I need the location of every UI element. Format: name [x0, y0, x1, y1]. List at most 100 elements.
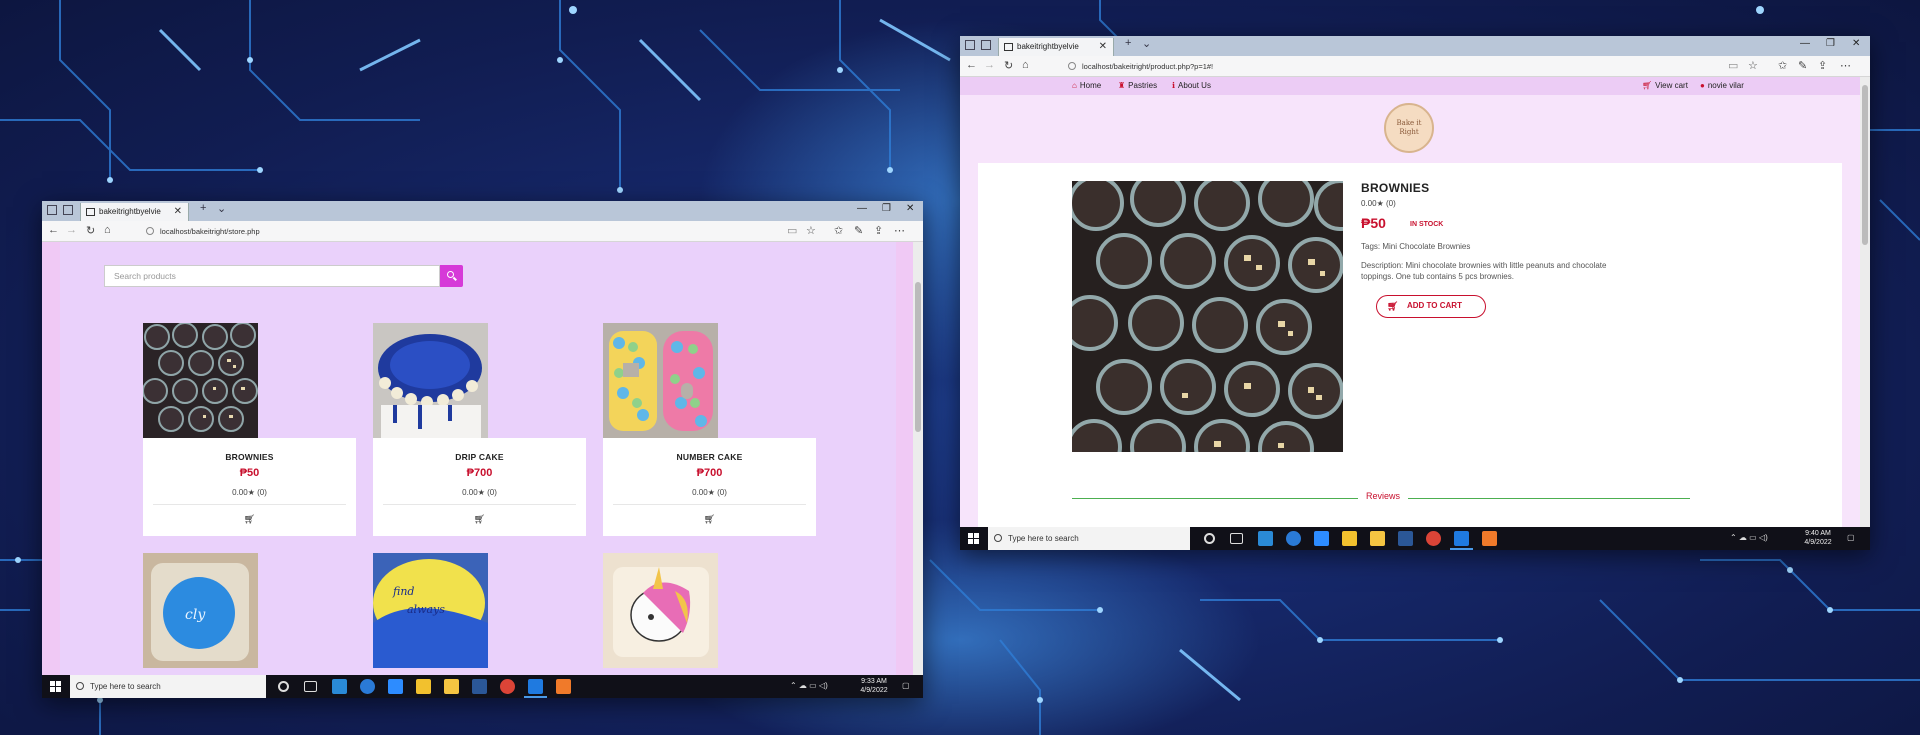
taskbar-search[interactable]: Type here to search	[988, 527, 1190, 550]
chevron-down-icon[interactable]: ⌄	[1142, 37, 1151, 50]
search-input[interactable]: Search products	[104, 265, 440, 287]
tab-actions-icon[interactable]	[965, 40, 975, 50]
notes-icon[interactable]: ✎	[1798, 59, 1807, 72]
xampp-icon[interactable]	[556, 679, 571, 694]
browser-window-store[interactable]: bakeitrightbyelvie ✕ + ⌄ — ❐ ✕ ← → ↻ ⌂ l…	[42, 201, 923, 698]
minimize-icon[interactable]: —	[857, 203, 867, 214]
minimize-icon[interactable]: —	[1800, 38, 1810, 49]
add-to-cart-icon[interactable]: 🛒︎	[373, 514, 586, 525]
task-view-icon[interactable]	[304, 681, 317, 692]
tab-actions-icon[interactable]	[47, 205, 57, 215]
nav-home[interactable]: ⌂ Home	[1072, 81, 1101, 90]
tabs-aside-icon[interactable]	[63, 205, 73, 215]
favorite-star-icon[interactable]: ☆	[806, 224, 816, 237]
product-image-unicorn-cake[interactable]	[603, 553, 718, 668]
nav-view-cart[interactable]: 🛒︎ View cart	[1642, 81, 1688, 90]
close-window-icon[interactable]: ✕	[1852, 38, 1860, 49]
share-icon[interactable]: ⇪	[1818, 59, 1827, 72]
edge-icon[interactable]	[528, 679, 543, 694]
zoom-icon[interactable]	[1314, 531, 1329, 546]
sticky-notes-icon[interactable]	[416, 679, 431, 694]
windows-start-icon[interactable]	[50, 681, 61, 692]
forward-icon[interactable]: →	[984, 59, 995, 71]
chrome-icon[interactable]	[1426, 531, 1441, 546]
address-bar[interactable]: localhost/bakeitright/product.php?p=1#!	[1066, 59, 1726, 74]
scrollbar[interactable]	[1860, 77, 1870, 527]
back-icon[interactable]: ←	[966, 59, 977, 71]
nav-about[interactable]: ℹ About Us	[1172, 81, 1211, 90]
zoom-icon[interactable]	[388, 679, 403, 694]
reading-view-icon[interactable]: ▭	[1728, 59, 1738, 72]
product-image-number-cake[interactable]	[603, 323, 718, 438]
product-card-drip-cake[interactable]: DRIP CAKE ₱700 0.00★ (0) 🛒︎	[373, 323, 586, 536]
vscode-icon[interactable]	[1258, 531, 1273, 546]
home-icon[interactable]: ⌂	[104, 224, 111, 236]
xampp-icon[interactable]	[1482, 531, 1497, 546]
product-name[interactable]: DRIP CAKE	[373, 452, 586, 462]
tabs-aside-icon[interactable]	[981, 40, 991, 50]
address-bar[interactable]: localhost/bakeitright/store.php	[144, 224, 784, 239]
browser-window-product[interactable]: bakeitrightbyelvie ✕ + ⌄ — ❐ ✕ ← → ↻ ⌂ l…	[960, 36, 1870, 550]
system-tray-icons[interactable]: ⌃ ☁ ▭ ◁)	[790, 681, 828, 690]
sticky-notes-icon[interactable]	[1342, 531, 1357, 546]
search-button[interactable]	[440, 265, 463, 287]
cortana-icon[interactable]	[278, 681, 289, 692]
cortana-icon[interactable]	[1204, 533, 1215, 544]
scrollbar[interactable]	[913, 242, 923, 675]
site-info-icon[interactable]	[146, 227, 154, 235]
file-explorer-icon[interactable]	[1370, 531, 1385, 546]
product-image-message-cake[interactable]: find always	[373, 553, 488, 668]
chrome-icon[interactable]	[500, 679, 515, 694]
site-info-icon[interactable]	[1068, 62, 1076, 70]
favorite-star-icon[interactable]: ☆	[1748, 59, 1758, 72]
browser-tab[interactable]: bakeitrightbyelvie ✕	[80, 203, 189, 221]
clock[interactable]: 9:33 AM 4/9/2022	[854, 677, 894, 695]
product-image-bento-cake[interactable]: cly	[143, 553, 258, 668]
new-tab-icon[interactable]: +	[1125, 37, 1131, 49]
new-tab-icon[interactable]: +	[200, 202, 206, 214]
add-to-cart-button[interactable]: 🛒︎ ADD TO CART	[1376, 295, 1486, 318]
add-to-cart-icon[interactable]: 🛒︎	[603, 514, 816, 525]
more-icon[interactable]: ⋯	[1840, 59, 1851, 72]
vscode-icon[interactable]	[332, 679, 347, 694]
app-icon[interactable]	[360, 679, 375, 694]
product-image-drip-cake[interactable]	[373, 323, 488, 438]
chevron-down-icon[interactable]: ⌄	[217, 202, 226, 215]
browser-tab[interactable]: bakeitrightbyelvie ✕	[998, 38, 1114, 56]
favorites-icon[interactable]: ✩	[1778, 59, 1787, 72]
notes-icon[interactable]: ✎	[854, 224, 863, 237]
back-icon[interactable]: ←	[48, 224, 59, 236]
file-explorer-icon[interactable]	[444, 679, 459, 694]
nav-user[interactable]: ● novie vilar	[1700, 81, 1744, 90]
product-card-number-cake[interactable]: NUMBER CAKE ₱700 0.00★ (0) 🛒︎	[603, 323, 816, 536]
refresh-icon[interactable]: ↻	[86, 224, 95, 237]
task-view-icon[interactable]	[1230, 533, 1243, 544]
refresh-icon[interactable]: ↻	[1004, 59, 1013, 72]
app-icon[interactable]	[1286, 531, 1301, 546]
favorites-icon[interactable]: ✩	[834, 224, 843, 237]
product-image-brownies[interactable]	[143, 323, 258, 438]
edge-icon[interactable]	[1454, 531, 1469, 546]
scrollbar-thumb[interactable]	[915, 282, 921, 432]
scrollbar-thumb[interactable]	[1862, 85, 1868, 245]
system-tray-icons[interactable]: ⌃ ☁ ▭ ◁)	[1730, 533, 1768, 542]
word-icon[interactable]	[1398, 531, 1413, 546]
close-tab-icon[interactable]: ✕	[174, 203, 182, 221]
product-card-brownies[interactable]: BROWNIES ₱50 0.00★ (0) 🛒︎	[143, 323, 356, 536]
product-name[interactable]: BROWNIES	[143, 452, 356, 462]
windows-start-icon[interactable]	[968, 533, 979, 544]
home-icon[interactable]: ⌂	[1022, 59, 1029, 71]
reading-view-icon[interactable]: ▭	[787, 224, 797, 237]
maximize-icon[interactable]: ❐	[882, 203, 891, 214]
taskbar-search[interactable]: Type here to search	[70, 675, 266, 698]
clock[interactable]: 9:40 AM 4/9/2022	[1798, 529, 1838, 547]
add-to-cart-icon[interactable]: 🛒︎	[143, 514, 356, 525]
notifications-icon[interactable]: ▢	[1847, 533, 1855, 542]
forward-icon[interactable]: →	[66, 224, 77, 236]
more-icon[interactable]: ⋯	[894, 224, 905, 237]
close-window-icon[interactable]: ✕	[906, 203, 914, 214]
nav-pastries[interactable]: ♜ Pastries	[1118, 81, 1157, 90]
close-tab-icon[interactable]: ✕	[1099, 38, 1107, 56]
maximize-icon[interactable]: ❐	[1826, 38, 1835, 49]
notifications-icon[interactable]: ▢	[902, 681, 910, 690]
